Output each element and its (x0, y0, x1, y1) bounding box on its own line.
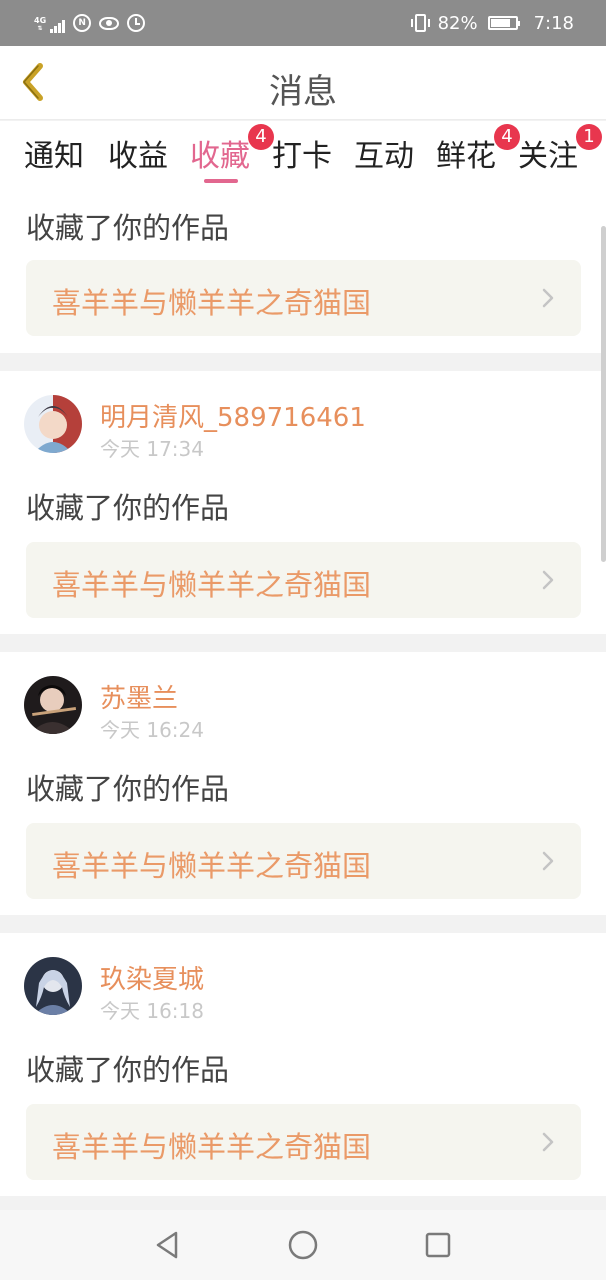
message-text: 收藏了你的作品 (26, 1053, 230, 1087)
page-title: 消息 (269, 72, 337, 112)
tab-label: 通知 (24, 139, 84, 174)
battery-fill (490, 19, 511, 27)
work-link[interactable]: 喜羊羊与懒羊羊之奇猫国 (26, 1104, 581, 1180)
tab-earnings[interactable]: 收益 (108, 131, 168, 175)
battery-icon (487, 16, 520, 30)
status-left: 4G ⇅ N (34, 12, 146, 34)
chevron-right-icon (542, 288, 554, 308)
eye-icon (99, 16, 120, 30)
user-name[interactable]: 苏墨兰 (100, 678, 178, 715)
home-circle-icon (288, 1230, 318, 1260)
work-link[interactable]: 喜羊羊与懒羊羊之奇猫国 (26, 823, 581, 899)
tab-interaction[interactable]: 互动 (354, 131, 414, 175)
tab-checkin[interactable]: 打卡 (272, 131, 332, 175)
chevron-right-icon (542, 851, 554, 871)
tab-bar: 通知 收益 收藏 4 打卡 互动 鲜花 4 关注 1 (0, 121, 606, 191)
message-card: 苏墨兰 今天 16:24 收藏了你的作品 喜羊羊与懒羊羊之奇猫国 (0, 652, 606, 915)
tab-label: 关注 (518, 139, 578, 174)
message-card: 明月清风_589716461 今天 17:34 收藏了你的作品 喜羊羊与懒羊羊之… (0, 371, 606, 634)
tab-label: 收益 (108, 139, 168, 174)
user-name[interactable]: 玖染夏城 (100, 959, 204, 996)
chevron-right-icon (542, 570, 554, 590)
avatar[interactable] (24, 676, 82, 734)
message-text: 收藏了你的作品 (26, 491, 230, 525)
scrollbar[interactable] (601, 226, 606, 562)
app-header: 消息 (0, 46, 606, 120)
tab-label: 收藏 (190, 139, 250, 174)
chevron-right-icon (542, 1132, 554, 1152)
avatar-image (24, 957, 82, 1015)
avatar-image (24, 676, 82, 734)
tab-label: 打卡 (272, 139, 332, 174)
tab-follow[interactable]: 关注 1 (518, 124, 602, 175)
message-time: 今天 17:34 (100, 437, 204, 461)
message-time: 今天 16:18 (100, 999, 204, 1023)
status-bar: 4G ⇅ N 82% 7:18 (0, 0, 606, 46)
nav-back-button[interactable] (150, 1227, 186, 1263)
message-time: 今天 16:24 (100, 718, 204, 742)
work-title: 喜羊羊与懒羊羊之奇猫国 (52, 286, 372, 320)
work-link[interactable]: 喜羊羊与懒羊羊之奇猫国 (26, 260, 581, 336)
alarm-icon (127, 14, 146, 32)
avatar-image (24, 395, 82, 453)
system-nav-bar (0, 1210, 606, 1280)
status-right: 82% 7:18 (410, 10, 574, 36)
work-link[interactable]: 喜羊羊与懒羊羊之奇猫国 (26, 542, 581, 618)
avatar[interactable] (24, 957, 82, 1015)
avatar[interactable] (24, 395, 82, 453)
tab-favorites[interactable]: 收藏 4 (190, 124, 274, 175)
work-title: 喜羊羊与懒羊羊之奇猫国 (52, 1130, 372, 1164)
message-card: 收藏了你的作品 喜羊羊与懒羊羊之奇猫国 (0, 191, 606, 353)
message-card: 玖染夏城 今天 16:18 收藏了你的作品 喜羊羊与懒羊羊之奇猫国 (0, 933, 606, 1196)
message-text: 收藏了你的作品 (26, 772, 230, 806)
recents-square-icon (425, 1232, 451, 1258)
work-title: 喜羊羊与懒羊羊之奇猫国 (52, 849, 372, 883)
vibrate-icon (410, 14, 430, 32)
tab-badge: 4 (494, 124, 520, 150)
tab-label: 互动 (354, 139, 414, 174)
status-time: 7:18 (533, 12, 574, 34)
nav-home-button[interactable] (285, 1227, 321, 1263)
tab-badge: 1 (576, 124, 602, 150)
network-label: 4G (34, 16, 47, 25)
tab-label: 鲜花 (436, 139, 496, 174)
signal-icon: 4G ⇅ (34, 13, 66, 33)
battery-percent: 82% (437, 12, 478, 34)
nav-recents-button[interactable] (420, 1227, 456, 1263)
tab-flowers[interactable]: 鲜花 4 (436, 124, 520, 175)
user-name[interactable]: 明月清风_589716461 (100, 397, 366, 434)
back-triangle-icon (156, 1231, 178, 1259)
message-text: 收藏了你的作品 (26, 211, 230, 245)
tab-badge: 4 (248, 124, 274, 150)
work-title: 喜羊羊与懒羊羊之奇猫国 (52, 568, 372, 602)
active-tab-indicator (204, 179, 238, 183)
tab-notification[interactable]: 通知 (24, 131, 84, 175)
nfc-icon: N (73, 14, 92, 32)
